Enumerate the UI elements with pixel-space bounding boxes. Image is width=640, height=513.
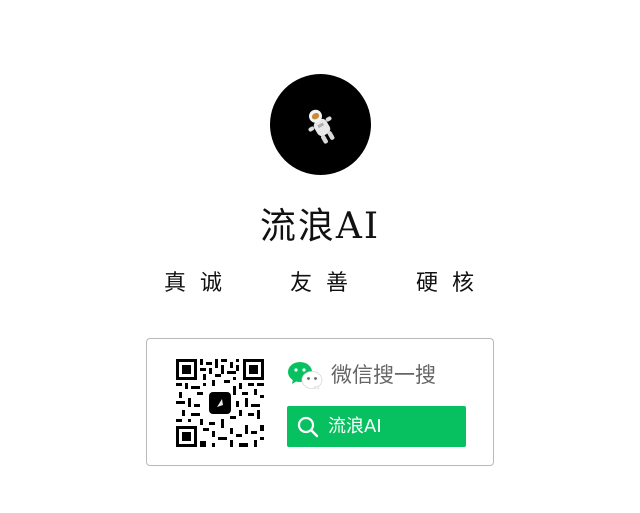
search-button[interactable]: 流浪AI [287,406,466,447]
search-term: 流浪AI [328,415,382,437]
qr-code-icon [176,359,264,447]
astronaut-icon [308,109,335,144]
tagline-3: 硬核 [416,271,489,296]
wechat-search-card: 微信搜一搜 流浪AI [146,338,494,466]
tagline-2: 友善 [290,271,363,296]
avatar [270,74,371,175]
tagline-1: 真诚 [164,271,237,296]
qr-code[interactable] [176,359,264,447]
wechat-logo-icon [288,362,323,390]
wechat-search-prompt: 微信搜一搜 [331,363,436,387]
search-icon [297,416,319,437]
wechat-search-header: 微信搜一搜 [287,359,436,391]
account-name: 流浪AI [259,206,381,247]
